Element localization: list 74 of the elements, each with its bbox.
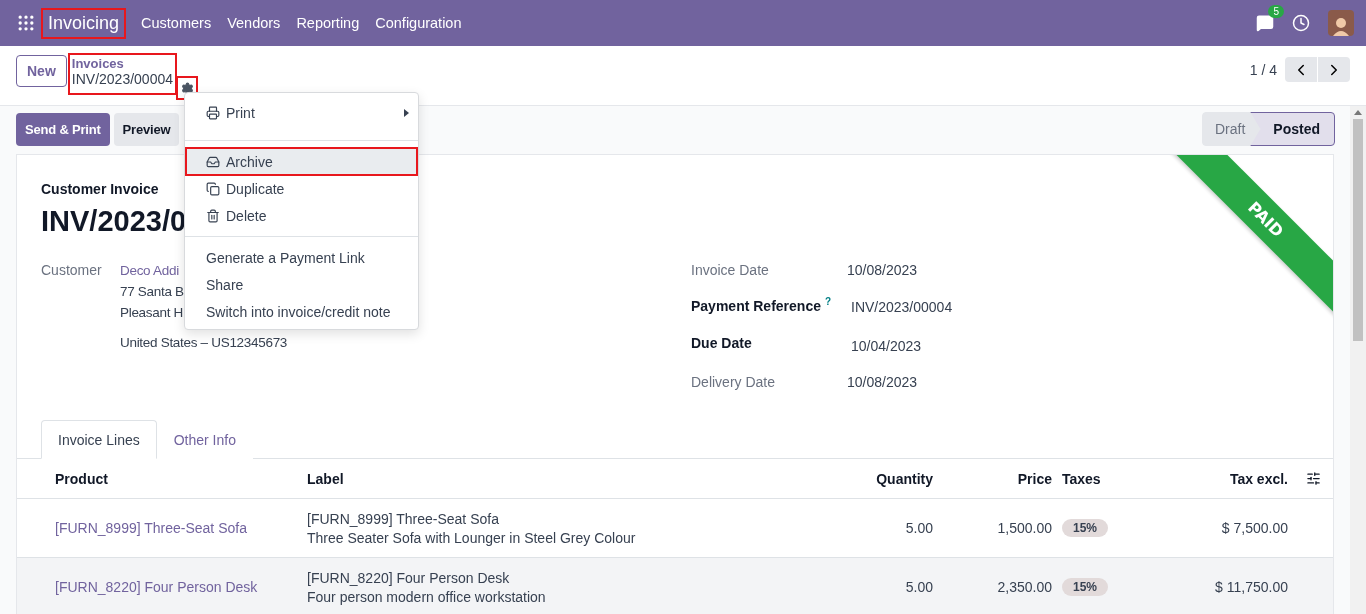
- notebook-tab[interactable]: Invoice Lines: [41, 420, 157, 459]
- address-line: 77 Santa B: [120, 284, 184, 299]
- invoice-number: INV/2023/0: [41, 205, 187, 238]
- customer-link[interactable]: Deco Addi: [120, 263, 179, 278]
- subtotal-cell: $ 11,750.00: [1215, 579, 1288, 595]
- new-button[interactable]: New: [16, 55, 67, 87]
- status-stage[interactable]: Posted: [1250, 112, 1335, 146]
- message-count-badge: 5: [1268, 5, 1284, 18]
- field-label: Invoice Date: [691, 262, 769, 278]
- product-link[interactable]: [FURN_8999] Three-Seat Sofa: [55, 520, 247, 536]
- field-label: Delivery Date: [691, 374, 776, 390]
- menu-item[interactable]: Vendors: [227, 15, 281, 31]
- status-stage[interactable]: Draft: [1201, 112, 1261, 146]
- dropdown-item[interactable]: Archive: [186, 148, 417, 175]
- field-label: Customer: [41, 262, 103, 280]
- price-cell: 1,500.00: [997, 520, 1052, 536]
- menu-item[interactable]: Configuration: [375, 15, 462, 31]
- chat-icon[interactable]: [1256, 14, 1274, 32]
- product-link[interactable]: [FURN_8220] Four Person Desk: [55, 579, 258, 595]
- action-button[interactable]: Preview: [113, 112, 180, 146]
- next-button[interactable]: [1318, 57, 1350, 82]
- field-value: 10/08/2023: [847, 374, 918, 390]
- user-avatar[interactable]: [1328, 10, 1354, 36]
- column-header: Label: [307, 469, 345, 489]
- delete-icon: [206, 208, 220, 223]
- address-line: United States – US12345673: [120, 335, 288, 350]
- app-name[interactable]: Invoicing: [42, 8, 126, 38]
- menu-item[interactable]: Reporting: [296, 15, 360, 31]
- table-row[interactable]: [FURN_8220] Four Person Desk [FURN_8220] Four Person Desk Four person modern office workstation 5.00 2,350.00 15% $ 11,750.00: [17, 558, 1333, 614]
- dropdown-item[interactable]: Delete: [186, 202, 417, 229]
- print-icon: [206, 105, 220, 120]
- dropdown-item[interactable]: Print: [186, 99, 417, 126]
- dropdown-item[interactable]: Share: [186, 271, 417, 298]
- label-line: Four person modern office workstation: [307, 588, 546, 605]
- field-value: 10/08/2023: [847, 262, 918, 278]
- breadcrumb-link[interactable]: Invoices: [71, 56, 173, 71]
- dropdown-item[interactable]: Generate a Payment Link: [186, 244, 417, 271]
- caret-icon: [404, 108, 409, 117]
- quantity-cell: 5.00: [905, 579, 933, 595]
- previous-button[interactable]: [1285, 57, 1317, 82]
- archive-icon: [206, 154, 220, 169]
- column-header: Taxes: [1062, 469, 1102, 489]
- label-line: [FURN_8220] Four Person Desk: [307, 569, 510, 586]
- field-label: Payment Reference $^{?}$: [691, 296, 832, 314]
- settings-button[interactable]: [177, 77, 197, 99]
- label-line: [FURN_8999] Three-Seat Sofa: [307, 510, 499, 527]
- field-value: INV/2023/00004: [851, 299, 953, 315]
- address-line: Pleasant H: [120, 305, 184, 320]
- dropdown-item[interactable]: Switch into invoice/credit note: [186, 298, 417, 325]
- record-name: INV/2023/00004: [71, 71, 173, 87]
- scroll-up-icon: [1354, 110, 1362, 115]
- menu-item[interactable]: Customers: [141, 15, 212, 31]
- document-type: Customer Invoice: [41, 181, 159, 197]
- action-button[interactable]: Send & Print: [16, 112, 110, 146]
- tax-tag: 15%: [1062, 519, 1109, 537]
- column-settings-icon[interactable]: [1306, 471, 1321, 486]
- scrollbar[interactable]: [1350, 106, 1366, 614]
- scrollbar-thumb[interactable]: [1353, 119, 1363, 341]
- clock-icon[interactable]: [1292, 14, 1310, 32]
- column-header: Price: [1016, 469, 1053, 489]
- field-label: Due Date: [691, 335, 752, 351]
- duplicate-icon: [206, 181, 220, 196]
- label-line: Three Seater Sofa with Lounger in Steel Grey Colour: [307, 529, 636, 546]
- subtotal-cell: $ 7,500.00: [1221, 520, 1288, 536]
- field-value: 10/04/2023: [851, 338, 922, 354]
- dropdown-item[interactable]: Duplicate: [186, 175, 417, 202]
- price-cell: 2,350.00: [997, 579, 1052, 595]
- app-grid-icon[interactable]: [16, 13, 36, 33]
- column-header: Tax excl.: [1228, 469, 1288, 489]
- column-header: Product: [54, 469, 109, 489]
- column-header: Quantity: [875, 469, 933, 489]
- tax-tag: 15%: [1062, 578, 1109, 596]
- pager-counter: 1 / 4: [1249, 61, 1277, 78]
- quantity-cell: 5.00: [905, 520, 933, 536]
